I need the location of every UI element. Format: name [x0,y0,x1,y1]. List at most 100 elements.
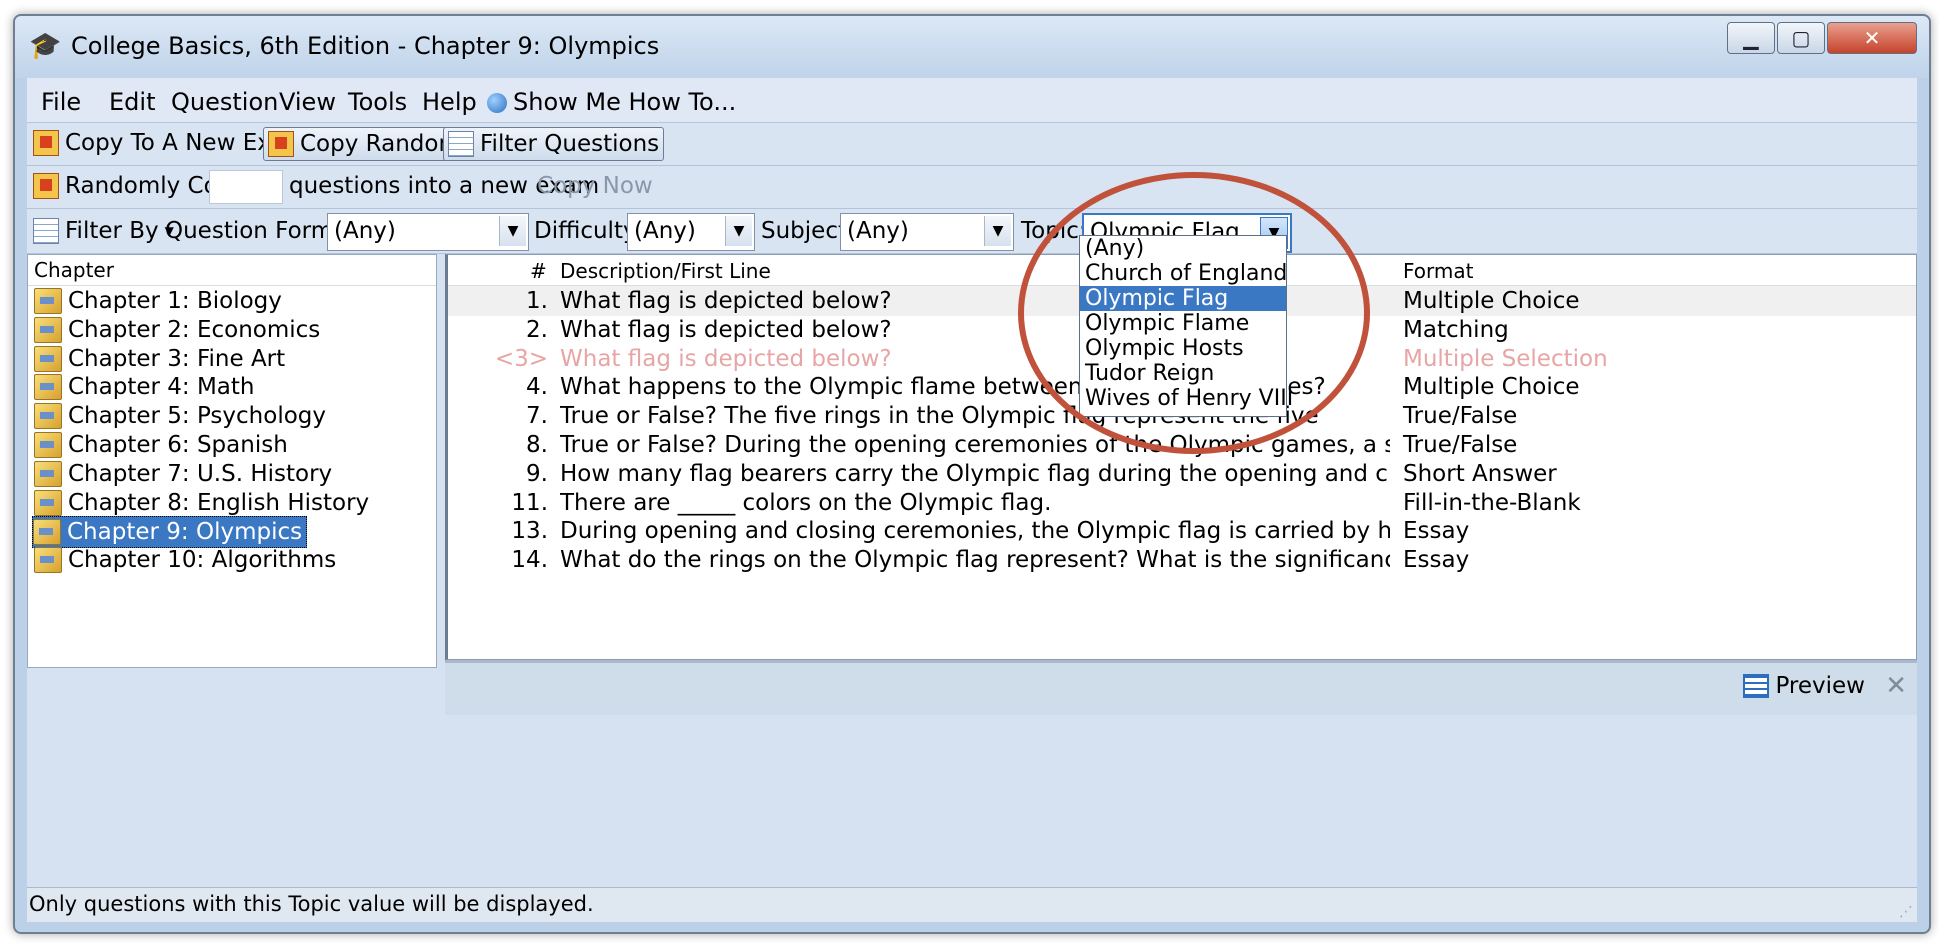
filter-grid-icon [33,218,59,244]
chapter-item[interactable]: Chapter 10: Algorithms [34,545,336,575]
chapter-book-icon [34,345,62,372]
chapter-item[interactable]: Chapter 8: English History [34,488,369,518]
chapter-book-icon [34,316,62,343]
dropdown-arrow-icon[interactable]: ▼ [499,216,526,246]
filter-by-label: Filter By [65,218,159,244]
question-description: What do the rings on the Olympic flag re… [560,547,1390,574]
chapter-item[interactable]: Chapter 6: Spanish [34,430,288,460]
topic-option[interactable]: Olympic Flame [1080,311,1286,336]
chapter-label: Chapter 4: Math [68,374,255,401]
question-number: <3> [494,345,548,372]
chapter-book-icon [34,432,62,458]
chapter-book-icon [34,288,62,314]
copy-randomly-icon [268,131,294,157]
topic-dropdown-list: (Any) Church of England Olympic Flag Olympi… [1079,235,1293,417]
maximize-icon: ▢ [1791,26,1811,50]
menu-tools[interactable]: Tools [348,88,407,116]
chapter-label: Chapter 1: Biology [68,288,282,314]
chapter-item[interactable]: Chapter 2: Economics [34,315,320,345]
table-row[interactable]: 9. How many flag bearers carry the Olympi… [448,459,1916,489]
question-number: 7. [526,403,548,430]
chapter-label: Chapter 8: English History [68,489,370,516]
chapter-label: Chapter 6: Spanish [68,432,288,458]
resize-grip-icon[interactable]: ⋰ [1899,904,1913,920]
chapter-list-header[interactable]: Chapter [28,255,436,286]
minimize-button[interactable]: ▁ [1727,22,1775,54]
column-header-format[interactable]: Format [1403,259,1473,283]
subject-value: (Any) [847,218,909,244]
table-row[interactable]: 14. What do the rings on the Olympic flag… [448,545,1916,575]
topic-label: Topic: [1021,218,1087,244]
topic-option[interactable]: Church of England [1080,261,1287,286]
menu-file[interactable]: File [41,88,81,116]
dropdown-arrow-icon[interactable]: ▼ [984,216,1011,246]
question-format: Fill-in-the-Blank [1403,489,1581,516]
topic-option[interactable]: Olympic Hosts [1080,336,1286,361]
chapter-item[interactable]: Chapter 7: U.S. History [34,459,332,489]
question-number: 13. [511,518,548,545]
maximize-button[interactable]: ▢ [1777,22,1825,54]
subject-combo[interactable]: (Any) ▼ [840,213,1014,251]
app-icon: 🎓 [29,31,62,61]
filter-questions-button[interactable]: Filter Questions [443,127,665,161]
status-text: Only questions with this Topic value wil… [29,892,594,916]
table-row[interactable]: 13. During opening and closing ceremonies… [448,516,1916,546]
chapter-label: Chapter 3: Fine Art [68,345,286,372]
chapter-item[interactable]: Chapter 1: Biology [34,286,282,316]
question-description: How many flag bearers carry the Olympic … [560,460,1390,487]
column-header-description[interactable]: Description/First Line [560,259,771,283]
question-format-value: (Any) [334,218,396,244]
main-toolbar: Copy To A New Exam Copy Randomly Filter … [27,123,1917,166]
topic-option[interactable]: (Any) [1080,236,1286,261]
copy-now-button[interactable]: Copy Now [537,170,653,202]
app-window: 🎓 College Basics, 6th Edition - Chapter … [13,14,1931,934]
topic-option[interactable]: Tudor Reign [1080,361,1286,386]
question-format: True/False [1403,403,1518,430]
menu-help[interactable]: Help [422,88,477,116]
status-bar: Only questions with this Topic value wil… [27,887,1917,922]
filter-bar: Filter By ▼ Question Format: (Any) ▼ Dif… [27,209,1917,254]
window-controls: ▁ ▢ ✕ [1725,22,1917,54]
menu-show-me-how[interactable]: Show Me How To... [513,88,736,116]
chapter-label: Chapter 5: Psychology [68,403,326,430]
copy-exam-icon [33,130,59,156]
close-button[interactable]: ✕ [1827,22,1917,54]
column-header-num[interactable]: # [530,259,547,283]
preview-icon [1743,674,1770,698]
question-description: There are _____ colors on the Olympic fl… [560,489,1052,516]
question-format-combo[interactable]: (Any) ▼ [327,213,529,251]
chapter-label: Chapter 10: Algorithms [68,547,337,574]
question-number: 9. [526,460,548,487]
window-title: College Basics, 6th Edition - Chapter 9:… [71,32,660,60]
menu-question[interactable]: Question [171,88,278,116]
chapter-book-icon [34,489,62,516]
chapter-book-icon [34,374,62,401]
question-format: Short Answer [1403,460,1557,487]
help-globe-icon [487,88,507,116]
dropdown-arrow-icon[interactable]: ▼ [725,216,752,246]
chapter-item[interactable]: Chapter 4: Math [34,372,255,402]
chapter-item[interactable]: Chapter 3: Fine Art [34,344,285,374]
chapter-item[interactable]: Chapter 5: Psychology [34,401,326,431]
random-count-input[interactable] [209,170,283,204]
table-row[interactable]: 8. True or False? During the opening cere… [448,430,1916,460]
chapter-book-icon [34,403,62,430]
menu-edit[interactable]: Edit [109,88,155,116]
menu-bar: File Edit Question View Tools Help Show … [27,78,1917,123]
question-number: 4. [526,374,548,401]
chapter-label: Chapter 2: Economics [68,316,321,343]
close-preview-icon[interactable]: ✕ [1885,671,1907,701]
grid-icon [448,131,474,157]
question-number: 8. [526,432,548,458]
chapter-item[interactable]: Chapter 9: Olympics [32,516,308,549]
topic-option[interactable]: Wives of Henry VIII [1080,386,1293,411]
question-format: Multiple Choice [1403,374,1580,401]
menu-view[interactable]: View [279,88,336,116]
random-copy-bar: Randomly Copy questions into a new exam … [27,166,1917,209]
topic-option[interactable]: Olympic Flag [1080,286,1286,311]
difficulty-combo[interactable]: (Any) ▼ [627,213,755,251]
preview-button[interactable]: Preview [1743,673,1865,699]
table-row[interactable]: 11. There are _____ colors on the Olympic… [448,488,1916,518]
chapter-list: Chapter Chapter 1: Biology Chapter 2: Eco… [27,254,437,668]
filter-by-dropdown[interactable]: Filter By ▼ [33,215,174,247]
